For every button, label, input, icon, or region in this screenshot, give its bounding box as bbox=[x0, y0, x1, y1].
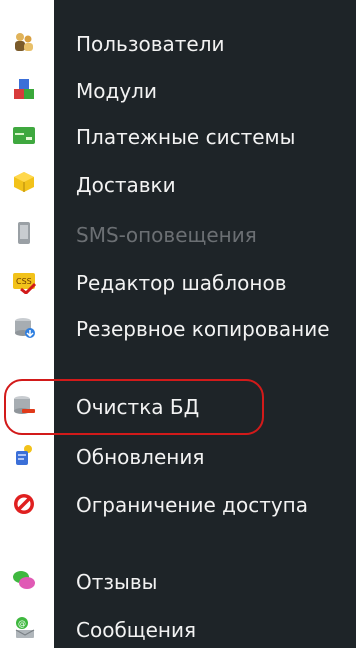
access-restriction-icon bbox=[12, 492, 36, 516]
payment-systems-icon bbox=[12, 124, 36, 148]
menu-item-messages[interactable]: @ Сообщения bbox=[0, 614, 356, 646]
menu-item-label: Редактор шаблонов bbox=[76, 271, 287, 295]
css-template-icon: CSS bbox=[12, 270, 36, 294]
svg-text:@: @ bbox=[18, 619, 26, 628]
menu-item-label: Резервное копирование bbox=[76, 317, 330, 341]
messages-icon: @ bbox=[12, 615, 36, 639]
menu-item-payment-systems[interactable]: Платежные системы bbox=[0, 121, 356, 153]
menu-item-access-restriction[interactable]: Ограничение доступа bbox=[0, 489, 356, 553]
menu-item-label: Пользователи bbox=[76, 32, 225, 56]
menu-item-label: Платежные системы bbox=[76, 125, 296, 149]
admin-menu: Пользователи Модули Платежные системы До… bbox=[0, 0, 356, 648]
modules-icon bbox=[12, 77, 36, 101]
delivery-icon bbox=[12, 170, 36, 194]
menu-item-template-editor[interactable]: CSS Редактор шаблонов bbox=[0, 267, 356, 299]
menu-item-sms[interactable]: SMS-оповещения bbox=[0, 219, 356, 251]
menu-item-updates[interactable]: Обновления bbox=[0, 441, 356, 473]
menu-item-label: Обновления bbox=[76, 445, 205, 469]
db-clean-icon bbox=[12, 394, 36, 418]
sms-icon bbox=[12, 221, 36, 245]
menu-item-db-cleanup[interactable]: Очистка БД bbox=[0, 391, 356, 423]
backup-icon bbox=[12, 316, 36, 340]
menu-item-label: Сообщения bbox=[76, 618, 197, 642]
menu-item-delivery[interactable]: Доставки bbox=[0, 169, 356, 201]
menu-item-label: SMS-оповещения bbox=[76, 223, 257, 247]
menu-item-reviews[interactable]: Отзывы bbox=[0, 566, 356, 598]
menu-item-label: Ограничение доступа bbox=[76, 493, 309, 517]
menu-item-label: Доставки bbox=[76, 173, 176, 197]
updates-icon bbox=[12, 443, 36, 467]
reviews-icon bbox=[12, 568, 36, 592]
users-icon bbox=[12, 30, 36, 54]
svg-text:CSS: CSS bbox=[16, 277, 32, 286]
menu-item-label: Модули bbox=[76, 79, 157, 103]
menu-item-modules[interactable]: Модули bbox=[0, 75, 356, 107]
menu-item-label: Отзывы bbox=[76, 570, 158, 594]
menu-item-label: Очистка БД bbox=[76, 395, 200, 419]
menu-item-backup[interactable]: Резервное копирование bbox=[0, 313, 356, 377]
menu-item-users[interactable]: Пользователи bbox=[0, 28, 356, 60]
